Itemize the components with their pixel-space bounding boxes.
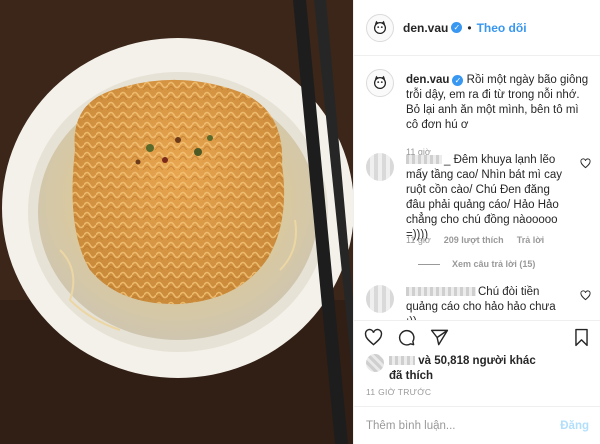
redacted-username [389, 356, 415, 366]
post-timestamp: 11 GIỜ TRƯỚC [366, 387, 432, 397]
verified-badge-icon: ✓ [452, 75, 464, 86]
likes-text[interactable]: và 50,818 người khác đã thích [389, 354, 536, 384]
separator-dot: • [467, 20, 472, 35]
noodle-bowl-image [0, 0, 353, 444]
avatar-cat-icon [373, 75, 387, 90]
avatar[interactable] [366, 354, 384, 372]
heart-icon[interactable] [364, 328, 383, 347]
action-icons [364, 328, 449, 347]
avatar-cat-icon [373, 20, 387, 34]
caption-text: den.vau ✓ Rồi một ngày bão giông trỗi dậy… [406, 73, 591, 160]
reply-button[interactable]: Trả lời [517, 235, 544, 245]
comments-list[interactable]: den.vau ✓ Rồi một ngày bão giông trỗi dậy… [354, 57, 600, 320]
verified-badge-icon: ✓ [451, 22, 463, 33]
likes-summary: và 50,818 người khác đã thích [366, 354, 591, 384]
avatar[interactable] [366, 153, 394, 181]
caption-username[interactable]: den.vau [406, 74, 449, 86]
likes-count: và 50,818 người khác [418, 355, 536, 367]
view-replies-button[interactable]: Xem câu trả lời (15) [418, 259, 535, 269]
share-icon[interactable] [430, 328, 449, 347]
redacted-username [406, 155, 442, 165]
comment-text: _ Đêm khuya lạnh lẽo mấy tầng cao/ Nhìn … [406, 154, 562, 241]
replies-divider [418, 263, 440, 265]
post-comment-button[interactable]: Đăng [560, 420, 589, 432]
avatar[interactable] [366, 13, 394, 42]
follow-button[interactable]: Theo dõi [477, 21, 527, 35]
redacted-username [406, 287, 476, 297]
post-actions: và 50,818 người khác đã thích 11 GIỜ TRƯ… [354, 320, 600, 444]
comment-text: Chú đòi tiền quảng cáo cho hảo hảo chưa … [406, 286, 556, 320]
comment-meta: 11 giờ 209 lượt thích Trả lời [406, 235, 544, 245]
view-replies-label: Xem câu trả lời (15) [452, 259, 536, 269]
post-photo [0, 0, 353, 444]
avatar[interactable] [366, 69, 394, 97]
add-comment-form: Đăng [354, 406, 600, 444]
username-link[interactable]: den.vau [403, 21, 448, 35]
comment-input[interactable] [366, 420, 561, 432]
comment-timestamp: 11 giờ [406, 235, 431, 245]
post-detail-panel: den.vau ✓ • Theo dõi den.vau ✓ Rồi một ng… [353, 0, 600, 444]
post-header: den.vau ✓ • Theo dõi [354, 0, 600, 56]
heart-icon[interactable] [580, 158, 591, 169]
avatar[interactable] [366, 285, 394, 313]
bookmark-icon[interactable] [572, 328, 591, 347]
likes-label: đã thích [389, 370, 434, 382]
heart-icon[interactable] [580, 290, 591, 301]
comment-icon[interactable] [397, 328, 416, 347]
comment-likes-link[interactable]: 209 lượt thích [444, 235, 504, 245]
